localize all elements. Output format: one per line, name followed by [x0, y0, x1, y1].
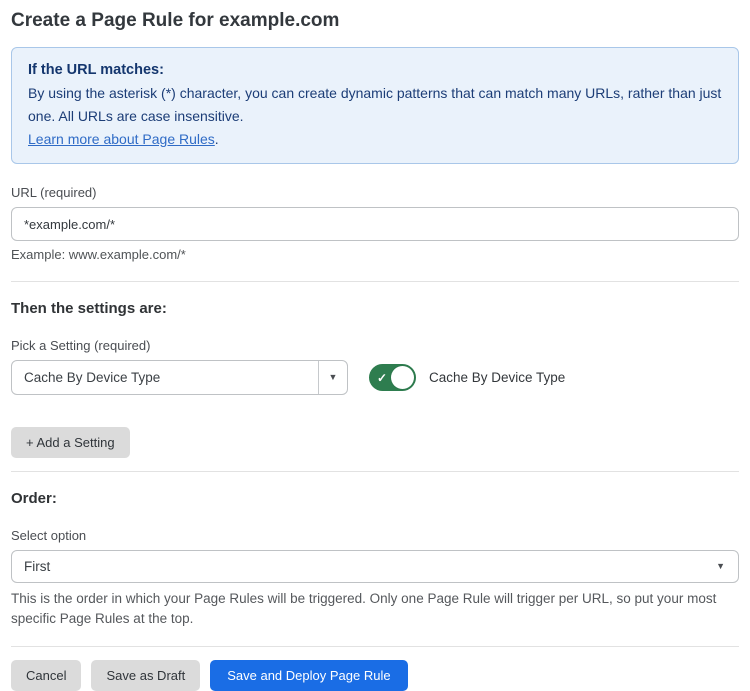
- order-select-value: First: [12, 551, 716, 582]
- link-suffix: .: [215, 131, 219, 147]
- info-box-body: By using the asterisk (*) character, you…: [28, 82, 722, 128]
- add-setting-button[interactable]: + Add a Setting: [11, 427, 130, 458]
- setting-select-value: Cache By Device Type: [12, 361, 318, 394]
- info-box-heading: If the URL matches:: [28, 59, 722, 82]
- learn-more-link[interactable]: Learn more about Page Rules: [28, 131, 215, 147]
- setting-picker-label: Pick a Setting (required): [11, 338, 739, 353]
- setting-row: Cache By Device Type ▼ ✓ Cache By Device…: [11, 360, 739, 395]
- divider: [11, 281, 739, 282]
- url-field-label: URL (required): [11, 185, 739, 200]
- setting-select[interactable]: Cache By Device Type ▼: [11, 360, 348, 395]
- check-icon: ✓: [377, 372, 387, 384]
- setting-toggle[interactable]: ✓: [369, 364, 416, 391]
- page-title: Create a Page Rule for example.com: [11, 10, 739, 32]
- divider: [11, 471, 739, 472]
- save-as-draft-button[interactable]: Save as Draft: [91, 660, 200, 691]
- order-select[interactable]: First ▼: [11, 550, 739, 583]
- chevron-down-icon: ▼: [716, 562, 725, 571]
- order-help-text: This is the order in which your Page Rul…: [11, 589, 739, 629]
- order-select-label: Select option: [11, 528, 739, 543]
- divider: [11, 646, 739, 647]
- footer-actions: Cancel Save as Draft Save and Deploy Pag…: [11, 660, 739, 691]
- url-helper-text: Example: www.example.com/*: [11, 247, 739, 262]
- setting-select-arrow-segment: ▼: [318, 361, 347, 394]
- info-box-link-line: Learn more about Page Rules.: [28, 128, 722, 151]
- cancel-button[interactable]: Cancel: [11, 660, 81, 691]
- url-match-info-box: If the URL matches: By using the asteris…: [11, 47, 739, 164]
- order-select-arrow-area: ▼: [716, 551, 738, 582]
- order-section-heading: Order:: [11, 490, 739, 507]
- url-input[interactable]: [11, 207, 739, 241]
- toggle-knob: [391, 366, 414, 389]
- setting-toggle-label: Cache By Device Type: [429, 370, 565, 385]
- chevron-down-icon: ▼: [329, 373, 338, 382]
- save-and-deploy-button[interactable]: Save and Deploy Page Rule: [210, 660, 407, 691]
- settings-section-heading: Then the settings are:: [11, 300, 739, 317]
